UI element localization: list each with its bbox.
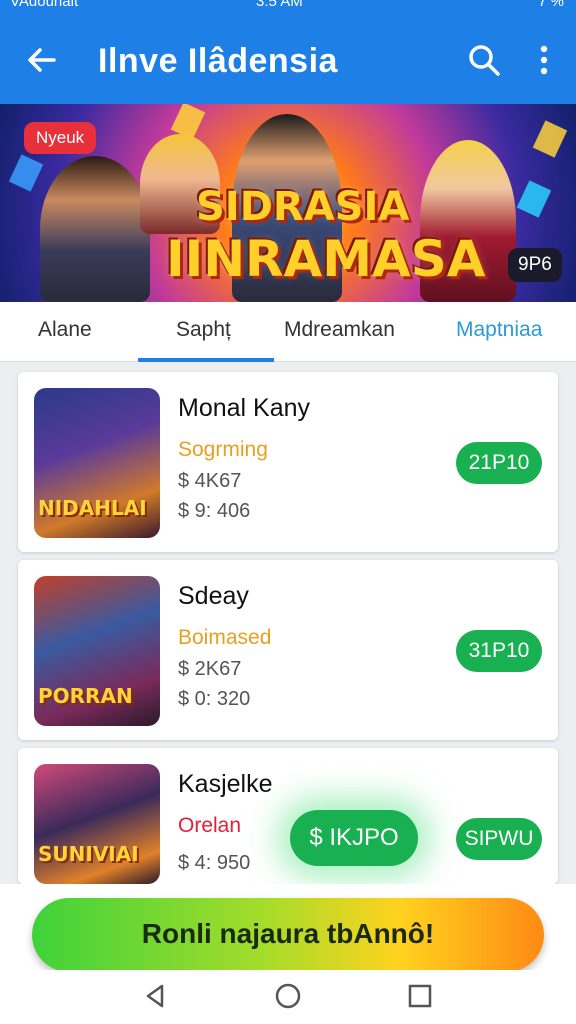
clock: 3:5 AM — [256, 0, 303, 10]
game-thumbnail: SUNIVIAI — [34, 764, 160, 884]
banner-title-line2: IINRAMASA — [166, 230, 486, 288]
page-title: Ilnve Ilâdensia — [98, 42, 338, 80]
game-detail-1: $ 4: 950 — [178, 852, 251, 874]
list-item[interactable]: PORRAN Sdeay Boimased $ 2K67 $ 0: 320 31… — [18, 560, 558, 740]
game-genre: Orelan — [178, 814, 242, 837]
tab-saph[interactable]: Saphț — [176, 318, 231, 342]
game-genre: Sogrming — [178, 438, 268, 461]
price-button[interactable]: SIPWU — [456, 818, 542, 860]
promo-banner[interactable]: Nyeuk SIDRASIA IINRAMASA 9P6 — [0, 104, 576, 302]
game-detail-1: $ 2K67 — [178, 658, 242, 680]
game-thumbnail: NIDAHLAI — [34, 388, 160, 538]
game-detail-2: $ 0: 320 — [178, 688, 251, 710]
nav-recents-icon[interactable] — [406, 982, 434, 1010]
list-item[interactable]: SUNIVIAI Kasjelke Orelan $ 4: 950 SIPWU — [18, 748, 558, 884]
tab-mdreamkan[interactable]: Mdreamkan — [284, 318, 395, 342]
tab-maptniaa[interactable]: Maptniaa — [456, 318, 542, 342]
hero-left-illustration — [40, 156, 150, 302]
cta-button[interactable]: Ronli najaura tbAnnô! — [32, 898, 544, 972]
cta-label: Ronli najaura tbAnnô! — [141, 918, 435, 949]
thumbnail-title: NIDAHLAI — [38, 496, 147, 520]
game-detail-2: $ 9: 406 — [178, 500, 251, 522]
price-button[interactable]: 21P10 — [456, 442, 542, 484]
search-icon[interactable] — [466, 42, 502, 78]
system-nav-bar — [0, 970, 576, 1024]
game-genre: Boimased — [178, 626, 272, 649]
price-button[interactable]: 31P10 — [456, 630, 542, 672]
game-list: NIDAHLAI Monal Kany Sogrming $ 4K67 $ 9:… — [18, 372, 558, 892]
game-name: Sdeay — [178, 582, 249, 610]
banner-tag: 9P6 — [508, 248, 562, 282]
status-bar: VAdounait 3:5 AM 7 % — [0, 0, 576, 14]
game-detail-1: $ 4K67 — [178, 470, 242, 492]
more-vert-icon[interactable] — [530, 42, 558, 78]
list-item[interactable]: NIDAHLAI Monal Kany Sogrming $ 4K67 $ 9:… — [18, 372, 558, 552]
app-bar: Ilnve Ilâdensia — [0, 14, 576, 104]
arrow-left-icon[interactable] — [24, 42, 60, 78]
thumbnail-title: SUNIVIAI — [38, 842, 139, 866]
battery-label: 7 % — [538, 0, 564, 10]
banner-title-line1: SIDRASIA — [196, 184, 410, 230]
game-name: Monal Kany — [178, 394, 311, 422]
active-tab-indicator — [138, 358, 274, 362]
tab-bar: Alane Saphț Mdreamkan Maptniaa — [0, 302, 576, 362]
banner-badge: Nyeuk — [24, 122, 97, 154]
tab-alane[interactable]: Alane — [38, 318, 92, 342]
thumbnail-title: PORRAN — [38, 684, 133, 708]
game-name: Kasjelke — [178, 770, 273, 798]
carrier-label: VAdounait — [10, 0, 79, 10]
nav-home-icon[interactable] — [274, 982, 302, 1010]
game-thumbnail: PORRAN — [34, 576, 160, 726]
floating-buy-button[interactable]: $ IKJPO — [290, 810, 418, 866]
nav-back-icon[interactable] — [142, 982, 170, 1010]
